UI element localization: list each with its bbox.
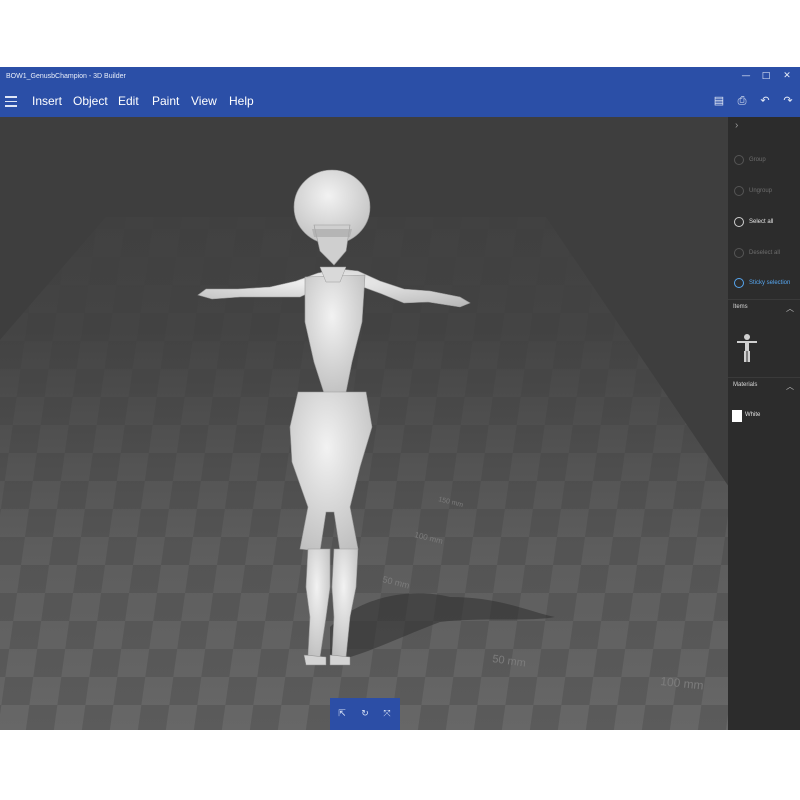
ungroup-button[interactable]: Ungroup	[734, 182, 796, 200]
chevron-up-icon: ︿	[786, 382, 794, 391]
group-icon	[734, 155, 744, 165]
menu-view[interactable]: View	[191, 86, 217, 117]
deselect-all-button[interactable]: Deselect all	[734, 244, 796, 262]
scale-icon[interactable]: ⤧	[381, 708, 393, 720]
print-icon[interactable]: ⎙	[735, 94, 749, 108]
rotate-icon[interactable]: ↻	[359, 708, 371, 720]
move-icon[interactable]: ⇱	[336, 708, 348, 720]
redo-icon[interactable]: ↷	[781, 94, 795, 108]
hamburger-menu-icon[interactable]	[5, 93, 17, 107]
sticky-selection-button[interactable]: Sticky selection	[734, 274, 796, 292]
3d-viewport[interactable]: 50 mm 100 mm 50 mm 100 mm 150 mm ⇱ ↻ ⤧	[0, 117, 728, 730]
menu-help[interactable]: Help	[229, 86, 254, 117]
object-panel: › Group Ungroup Select all Deselect all …	[728, 117, 800, 730]
items-section-header[interactable]: Items ︿	[728, 299, 800, 320]
menu-edit[interactable]: Edit	[118, 86, 139, 117]
menu-insert[interactable]: Insert	[32, 86, 62, 117]
minimize-button[interactable]: —	[735, 67, 757, 86]
ungroup-icon	[734, 186, 744, 196]
close-button[interactable]: ✕	[776, 67, 798, 86]
model-thumbnail[interactable]	[736, 333, 758, 363]
materials-section-header[interactable]: Materials ︿	[728, 377, 800, 398]
3d-builder-window: BOW1_GenusbChampion - 3D Builder — □ ✕ I…	[0, 67, 800, 730]
menu-object[interactable]: Object	[73, 86, 108, 117]
window-title: BOW1_GenusbChampion - 3D Builder	[6, 73, 126, 80]
menu-bar: Insert Object Edit Paint View Help ▤ ⎙ ↶…	[0, 86, 800, 117]
title-bar: BOW1_GenusbChampion - 3D Builder — □ ✕	[0, 67, 800, 86]
material-name: White	[745, 412, 761, 418]
chevron-right-icon[interactable]: ›	[735, 120, 738, 131]
undo-icon[interactable]: ↶	[758, 94, 772, 108]
maximize-button[interactable]: □	[755, 67, 777, 86]
select-all-icon	[734, 217, 744, 227]
deselect-all-icon	[734, 248, 744, 258]
chevron-up-icon: ︿	[786, 304, 794, 313]
bottom-toolbar: ⇱ ↻ ⤧ 100 mm ⌂	[330, 698, 400, 730]
menu-paint[interactable]: Paint	[152, 86, 179, 117]
group-button[interactable]: Group	[734, 151, 796, 169]
sticky-selection-icon	[734, 278, 744, 288]
save-icon[interactable]: ▤	[712, 94, 726, 108]
select-all-button[interactable]: Select all	[734, 213, 796, 231]
material-swatch[interactable]	[732, 410, 742, 422]
